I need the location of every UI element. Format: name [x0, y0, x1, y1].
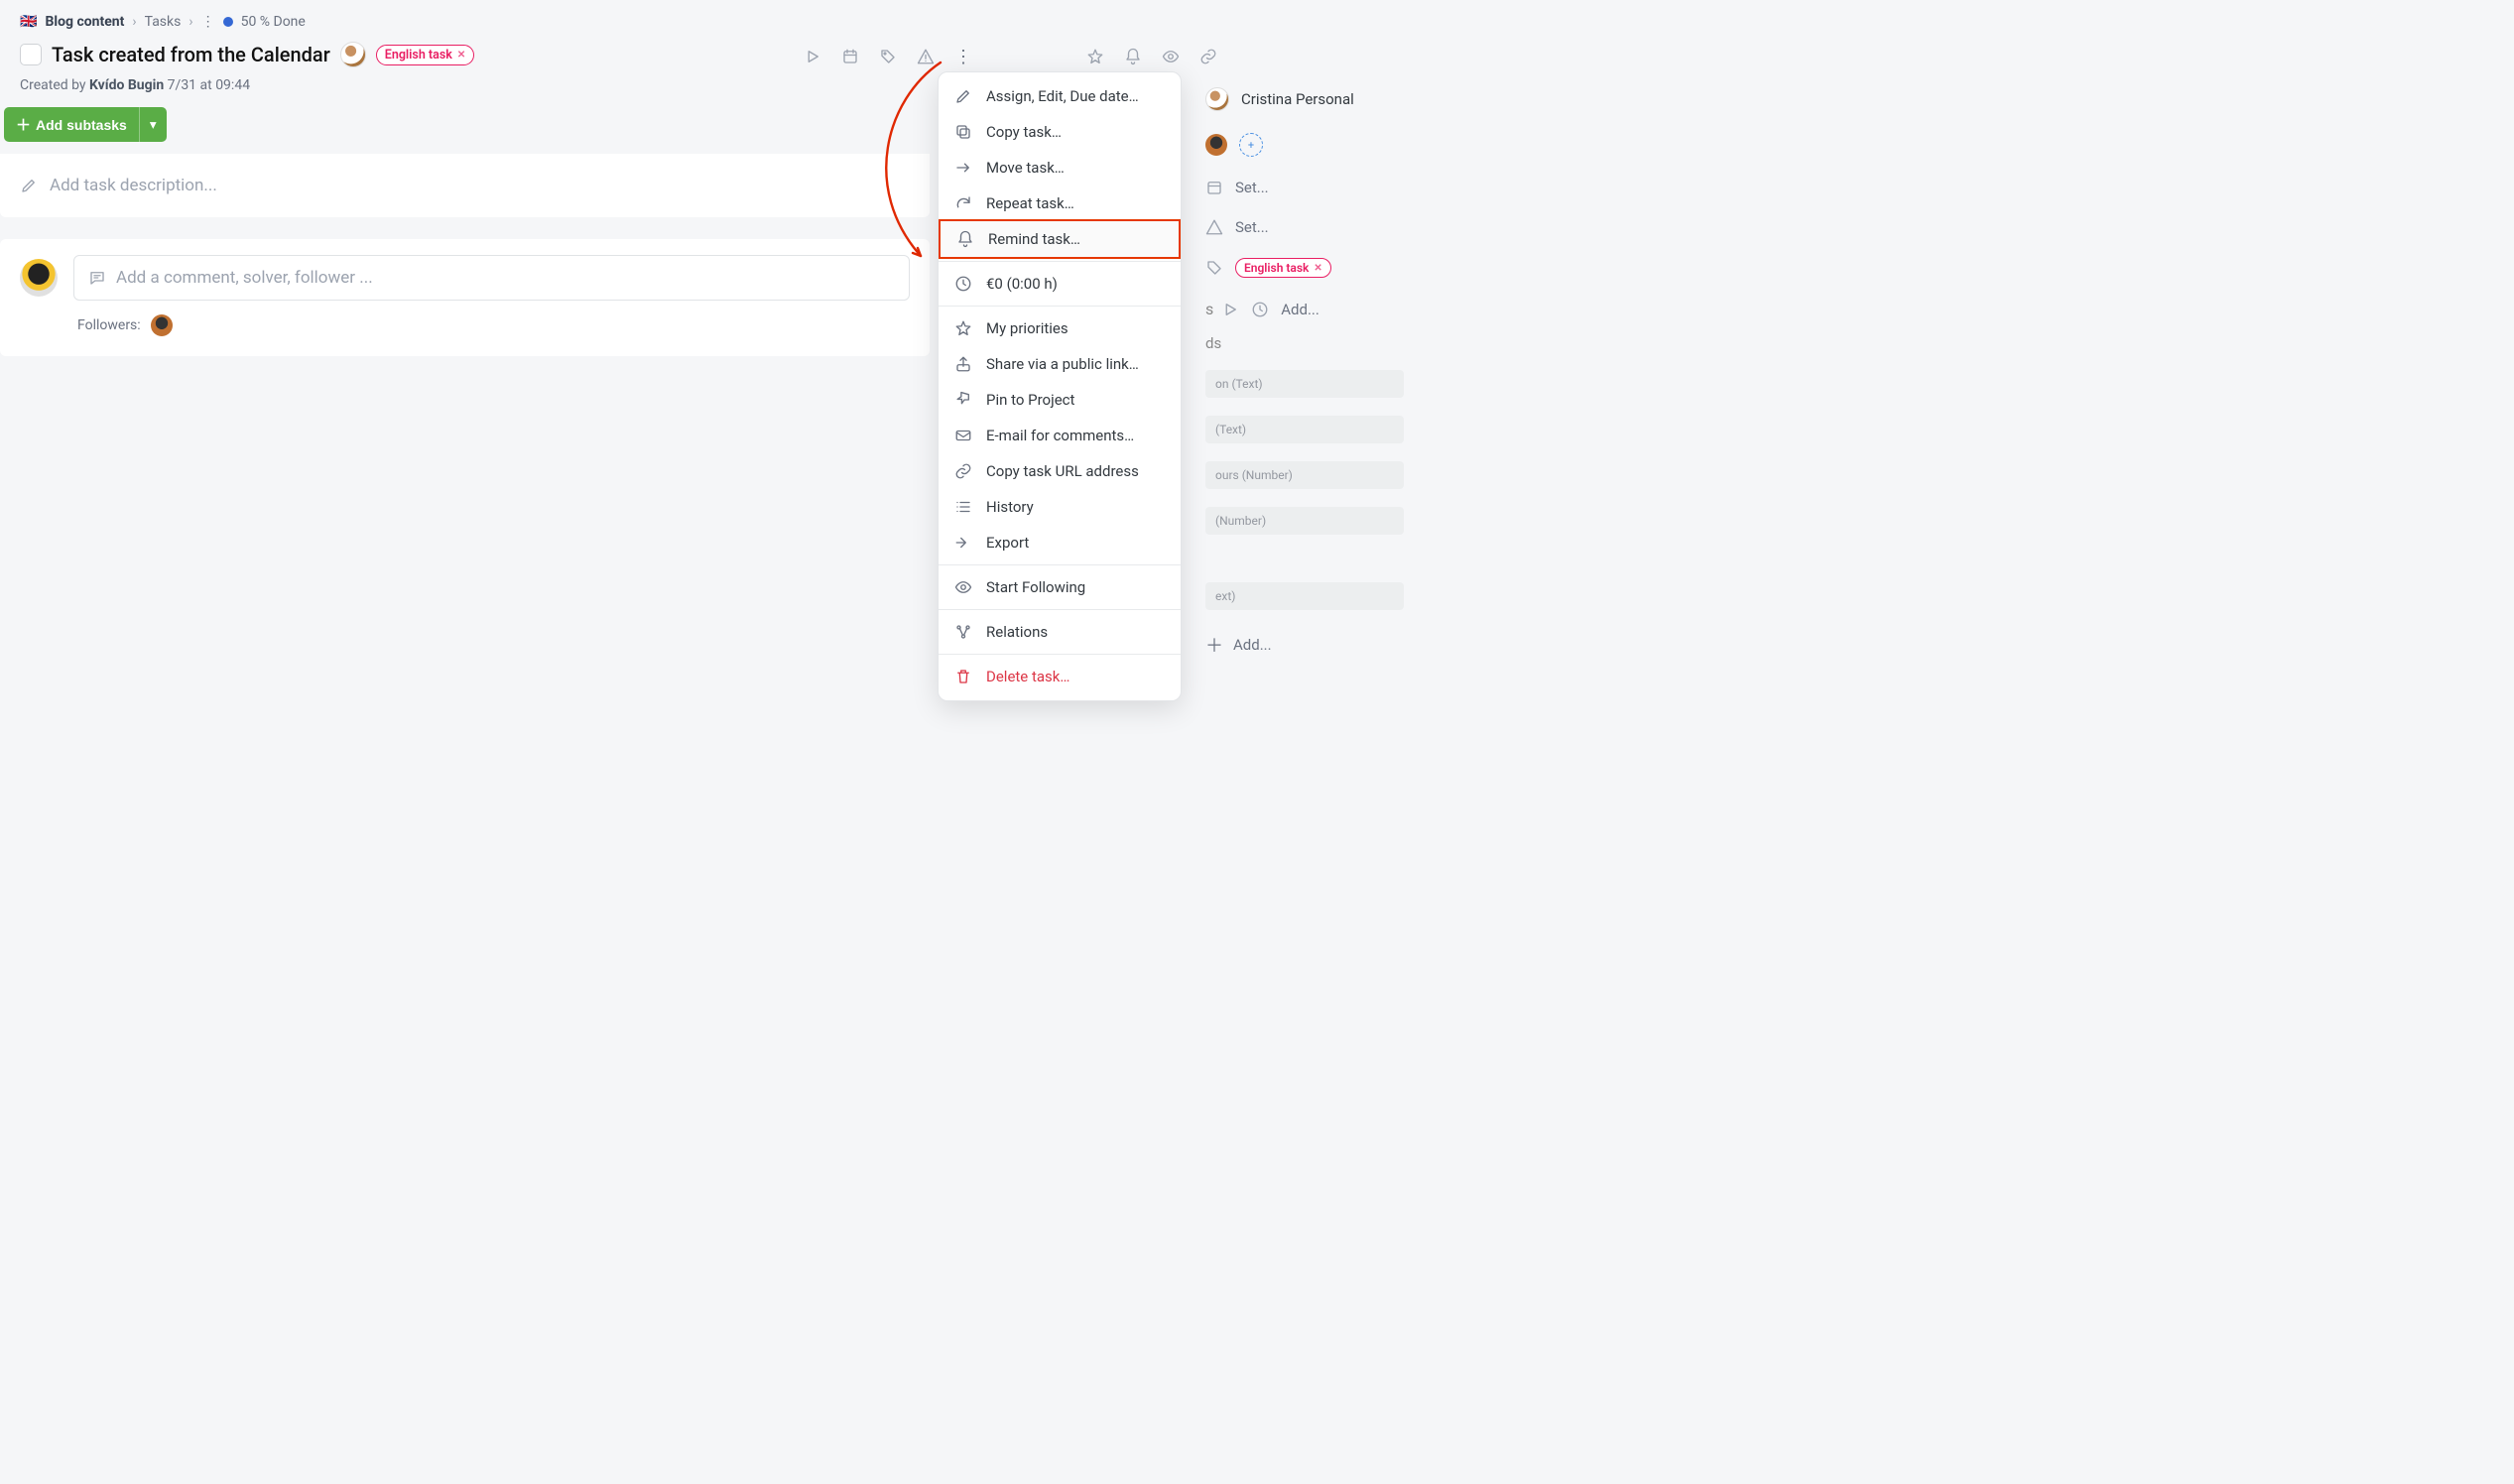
share-icon [954, 355, 972, 373]
menu-copy-url[interactable]: Copy task URL address [939, 453, 1181, 489]
menu-start-following[interactable]: Start Following [939, 569, 1181, 605]
tag-icon [1205, 259, 1223, 277]
add-subtasks-button[interactable]: ＋Add subtasks [4, 107, 139, 142]
eye-icon[interactable] [1162, 48, 1180, 65]
pencil-icon [954, 87, 972, 105]
star-icon[interactable] [1086, 48, 1104, 65]
custom-field-2[interactable]: (Text) [1205, 416, 1404, 443]
menu-email-comments[interactable]: E-mail for comments… [939, 418, 1181, 453]
custom-field-1[interactable]: on (Text) [1205, 370, 1404, 398]
custom-field-3[interactable]: ours (Number) [1205, 461, 1404, 489]
menu-share-link[interactable]: Share via a public link… [939, 346, 1181, 382]
warning-icon [1205, 218, 1223, 236]
menu-delete-task[interactable]: Delete task… [939, 659, 1181, 694]
task-complete-checkbox[interactable] [20, 44, 42, 65]
sidebar-date[interactable]: Set... [1205, 179, 1404, 196]
pin-icon [954, 391, 972, 409]
star-icon [954, 319, 972, 337]
calendar-icon [1205, 179, 1223, 196]
breadcrumb-tasks[interactable]: Tasks [145, 14, 182, 30]
menu-pin-project[interactable]: Pin to Project [939, 382, 1181, 418]
status-dot-icon [223, 17, 233, 27]
list-icon [954, 498, 972, 516]
menu-assign-edit[interactable]: Assign, Edit, Due date… [939, 78, 1181, 114]
play-icon [1221, 301, 1239, 318]
custom-field-5[interactable]: ext) [1205, 582, 1404, 610]
add-custom-field[interactable]: ＋Add... [1205, 632, 1404, 658]
sidebar-tags[interactable]: English task✕ [1205, 258, 1404, 278]
description-input[interactable]: Add task description... [20, 176, 910, 195]
member-avatar[interactable] [1205, 134, 1227, 156]
custom-fields-header: ds [1205, 334, 1404, 352]
link-icon[interactable] [1199, 48, 1217, 65]
add-person-button[interactable]: + [1239, 133, 1263, 157]
custom-field-4[interactable]: (Number) [1205, 507, 1404, 535]
clock-icon [1251, 301, 1269, 318]
tag-remove-icon[interactable]: ✕ [457, 50, 465, 61]
menu-my-priorities[interactable]: My priorities [939, 310, 1181, 346]
breadcrumb-project[interactable]: Blog content [45, 14, 124, 30]
breadcrumb-status[interactable]: 50 % Done [241, 14, 306, 30]
warning-icon[interactable] [917, 48, 935, 65]
clock-icon [954, 275, 972, 293]
refresh-icon [954, 194, 972, 212]
follower-avatar[interactable] [151, 314, 173, 336]
chevron-right-icon: › [189, 14, 192, 30]
arrow-right-icon [954, 159, 972, 177]
comment-icon [88, 269, 106, 287]
followers-row: Followers: [20, 301, 910, 336]
tag-icon[interactable] [879, 48, 897, 65]
pencil-icon [20, 177, 38, 194]
menu-cost[interactable]: €0 (0:00 h) [939, 266, 1181, 302]
current-user-avatar[interactable] [20, 259, 58, 297]
assignee-avatar [1205, 87, 1229, 111]
menu-history[interactable]: History [939, 489, 1181, 525]
relations-icon [954, 623, 972, 641]
creation-meta: Created by Kvído Bugin 7/31 at 09:44 [0, 77, 1412, 93]
menu-move-task[interactable]: Move task… [939, 150, 1181, 186]
assignee-row[interactable]: Cristina Personal [1205, 87, 1404, 111]
menu-copy-task[interactable]: Copy task… [939, 114, 1181, 150]
more-icon[interactable]: ⋮ [954, 48, 972, 65]
sidebar: Cristina Personal + Set... Set... Englis… [1205, 87, 1404, 658]
sidebar-time[interactable]: s Add... [1205, 300, 1404, 318]
sidebar-priority[interactable]: Set... [1205, 218, 1404, 236]
play-icon[interactable] [804, 48, 821, 65]
menu-repeat-task[interactable]: Repeat task… [939, 186, 1181, 221]
export-icon [954, 534, 972, 552]
bell-icon [956, 230, 974, 248]
calendar-icon[interactable] [841, 48, 859, 65]
breadcrumb: 🇬🇧 Blog content › Tasks › ⋮ 50 % Done [0, 0, 1412, 38]
mail-icon [954, 427, 972, 444]
task-emoji-icon[interactable] [340, 42, 366, 67]
copy-icon [954, 123, 972, 141]
menu-remind-task[interactable]: Remind task… [939, 219, 1181, 259]
menu-relations[interactable]: Relations [939, 614, 1181, 650]
breadcrumb-more-icon[interactable]: ⋮ [201, 14, 213, 30]
link-icon [954, 462, 972, 480]
comment-input[interactable]: Add a comment, solver, follower ... [73, 255, 910, 301]
task-context-menu: Assign, Edit, Due date… Copy task… Move … [938, 71, 1182, 701]
add-subtasks-dropdown[interactable]: ▾ [139, 107, 167, 142]
chevron-right-icon: › [132, 14, 136, 30]
bell-icon[interactable] [1124, 48, 1142, 65]
flag-icon: 🇬🇧 [20, 14, 37, 30]
tag-english-task[interactable]: English task✕ [376, 45, 474, 65]
menu-export[interactable]: Export [939, 525, 1181, 560]
task-title[interactable]: Task created from the Calendar [52, 43, 330, 66]
eye-icon [954, 578, 972, 596]
trash-icon [954, 668, 972, 685]
